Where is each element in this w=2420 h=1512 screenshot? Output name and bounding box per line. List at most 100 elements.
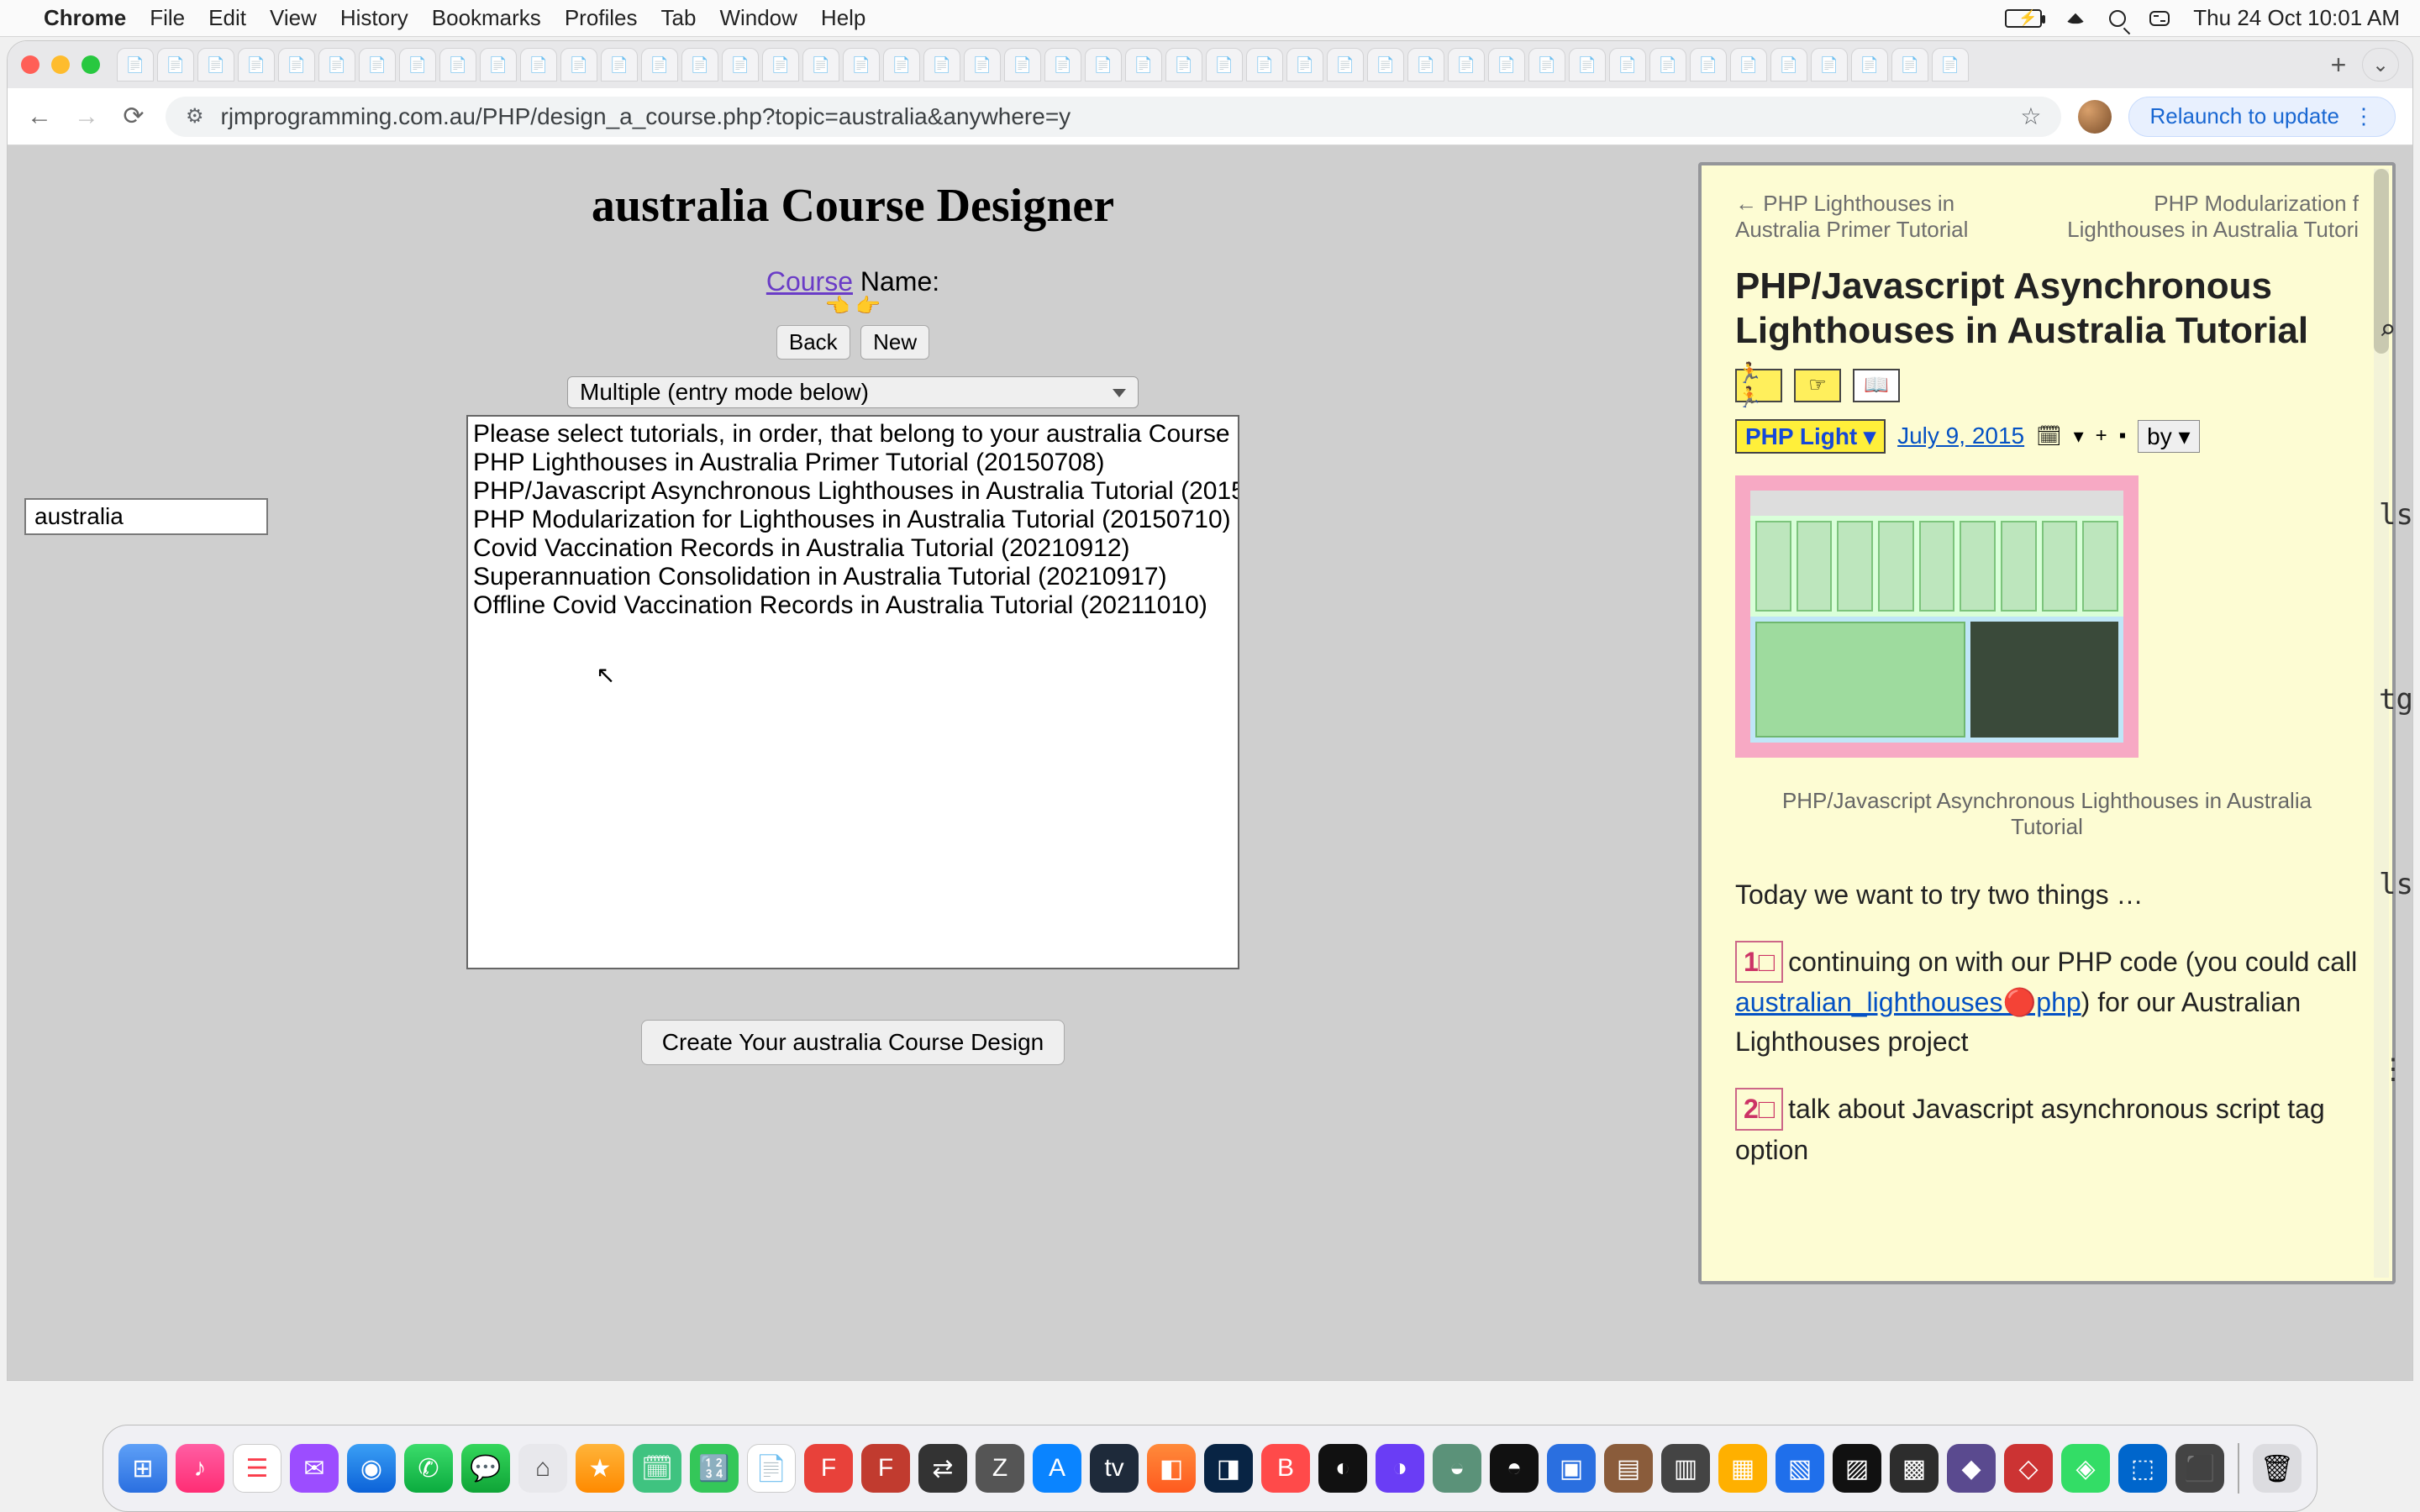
dock-app[interactable]: 📄 — [747, 1444, 796, 1493]
code-link[interactable]: australian_lighthouses🔴php — [1735, 987, 2081, 1017]
dock-app[interactable]: ◇ — [2004, 1444, 2053, 1493]
pinned-tab[interactable]: 📄 — [681, 48, 718, 81]
spotlight-icon[interactable] — [2109, 10, 2126, 27]
pinned-tab[interactable]: 📄 — [1327, 48, 1364, 81]
site-settings-icon[interactable]: ⚙ — [186, 104, 204, 129]
list-item[interactable]: PHP Modularization for Lighthouses in Au… — [473, 506, 1233, 534]
pinned-tab[interactable]: 📄 — [1206, 48, 1243, 81]
dock-app[interactable]: ▧ — [1776, 1444, 1824, 1493]
dock-app[interactable]: ◈ — [2061, 1444, 2110, 1493]
dock-app[interactable]: ⬛ — [2175, 1444, 2224, 1493]
pinned-tab[interactable]: 📄 — [1811, 48, 1848, 81]
dock-app[interactable]: F — [804, 1444, 853, 1493]
new-tab-button[interactable]: + — [2322, 48, 2355, 81]
pinned-tab[interactable]: 📄 — [399, 48, 436, 81]
menu-window[interactable]: Window — [719, 5, 797, 31]
list-item[interactable]: Covid Vaccination Records in Australia T… — [473, 534, 1233, 563]
pinned-tab[interactable]: 📄 — [1932, 48, 1969, 81]
calendar-icon[interactable]: 🗓 — [2036, 424, 2061, 449]
dock-app[interactable]: ▥ — [1661, 1444, 1710, 1493]
menu-help[interactable]: Help — [821, 5, 865, 31]
new-course-button[interactable]: New — [860, 325, 929, 360]
dock-app-facetime[interactable]: ✆ — [404, 1444, 453, 1493]
pinned-tab[interactable]: 📄 — [1125, 48, 1162, 81]
pinned-tab[interactable]: 📄 — [520, 48, 557, 81]
app-name[interactable]: Chrome — [44, 5, 126, 31]
menu-history[interactable]: History — [340, 5, 408, 31]
pinned-tab[interactable]: 📄 — [722, 48, 759, 81]
pinned-tab[interactable]: 📄 — [1044, 48, 1081, 81]
pinned-tab[interactable]: 📄 — [1528, 48, 1565, 81]
pinned-tab[interactable]: 📄 — [1286, 48, 1323, 81]
pinned-tab[interactable]: 📄 — [359, 48, 396, 81]
close-window-button[interactable] — [21, 55, 39, 74]
wifi-icon[interactable] — [2065, 11, 2086, 26]
pinned-tab[interactable]: 📄 — [1891, 48, 1928, 81]
pinned-tab[interactable]: 📄 — [1690, 48, 1727, 81]
dock-app[interactable]: Z — [976, 1444, 1024, 1493]
dock-app-messages[interactable]: 💬 — [461, 1444, 510, 1493]
pinned-tab[interactable]: 📄 — [238, 48, 275, 81]
reload-button[interactable]: ⟳ — [118, 102, 149, 132]
relaunch-button[interactable]: Relaunch to update ⋮ — [2128, 97, 2396, 137]
menu-file[interactable]: File — [150, 5, 185, 31]
dock-app[interactable]: ◆ — [1947, 1444, 1996, 1493]
square-icon[interactable]: ▪ — [2119, 424, 2127, 448]
zoom-window-button[interactable] — [82, 55, 100, 74]
menu-profiles[interactable]: Profiles — [565, 5, 638, 31]
plus-icon[interactable]: + — [2096, 424, 2107, 448]
dock-app[interactable]: ⇄ — [918, 1444, 967, 1493]
pinned-tab[interactable]: 📄 — [1569, 48, 1606, 81]
pinned-tab[interactable]: 📄 — [1165, 48, 1202, 81]
dock-trash[interactable]: 🗑 — [2253, 1444, 2302, 1493]
dock-app[interactable]: 🔢 — [690, 1444, 739, 1493]
pinned-tab[interactable]: 📄 — [480, 48, 517, 81]
pinned-tab[interactable]: 📄 — [318, 48, 355, 81]
dock-app[interactable]: ◓ — [1490, 1444, 1539, 1493]
pinned-tab[interactable]: 📄 — [1407, 48, 1444, 81]
dock-app[interactable]: ▣ — [1547, 1444, 1596, 1493]
create-course-button[interactable]: Create Your australia Course Design — [641, 1020, 1065, 1065]
list-item[interactable]: Offline Covid Vaccination Records in Aus… — [473, 591, 1233, 620]
pinned-tab[interactable]: 📄 — [157, 48, 194, 81]
dock-app[interactable]: ◒ — [1433, 1444, 1481, 1493]
dock-app-finder[interactable]: ⊞ — [118, 1444, 167, 1493]
pinned-tab[interactable]: 📄 — [641, 48, 678, 81]
pinned-tab[interactable]: 📄 — [560, 48, 597, 81]
back-course-button[interactable]: Back — [776, 325, 850, 360]
prev-post-link[interactable]: ← PHP Lighthouses in Australia Primer Tu… — [1735, 191, 2038, 243]
dock-app[interactable]: ☰ — [233, 1444, 281, 1493]
dock-app[interactable]: ★ — [576, 1444, 624, 1493]
chrome-menu-icon[interactable]: ⋮ — [2353, 103, 2375, 129]
down-icon[interactable]: ▾ — [2074, 424, 2084, 449]
pinned-tab[interactable]: 📄 — [802, 48, 839, 81]
pinned-tab[interactable]: 📄 — [1649, 48, 1686, 81]
pinned-tab[interactable]: 📄 — [1367, 48, 1404, 81]
back-button[interactable]: ← — [24, 102, 55, 132]
hand-point-icon[interactable]: ☞ — [1794, 369, 1841, 402]
dock-app[interactable]: ▤ — [1604, 1444, 1653, 1493]
pinned-tab[interactable]: 📄 — [601, 48, 638, 81]
pinned-tab[interactable]: 📄 — [1851, 48, 1888, 81]
list-item[interactable]: Please select tutorials, in order, that … — [473, 420, 1233, 449]
profile-avatar[interactable] — [2078, 100, 2112, 134]
dock-app[interactable]: tv — [1090, 1444, 1139, 1493]
course-link[interactable]: Course — [766, 266, 853, 297]
dock-app[interactable]: B — [1261, 1444, 1310, 1493]
dock-app[interactable]: ✉ — [290, 1444, 339, 1493]
pinned-tab[interactable]: 📄 — [1609, 48, 1646, 81]
dock-app[interactable]: ◑ — [1376, 1444, 1424, 1493]
entry-mode-select[interactable]: Multiple (entry mode below) — [567, 376, 1139, 408]
author-select[interactable]: by ▾ — [2138, 420, 2199, 453]
dock-app-music[interactable]: ♪ — [176, 1444, 224, 1493]
list-item[interactable]: Superannuation Consolidation in Australi… — [473, 563, 1233, 591]
dock-app[interactable]: F — [861, 1444, 910, 1493]
tabs-menu-button[interactable]: ⌄ — [2362, 48, 2399, 81]
pinned-tab[interactable]: 📄 — [439, 48, 476, 81]
dock-app-safari[interactable]: ◉ — [347, 1444, 396, 1493]
dock-app[interactable]: ⌂ — [518, 1444, 567, 1493]
list-item[interactable]: PHP Lighthouses in Australia Primer Tuto… — [473, 449, 1233, 477]
menubar-clock[interactable]: Thu 24 Oct 10:01 AM — [2193, 5, 2400, 31]
pinned-tab[interactable]: 📄 — [1448, 48, 1485, 81]
dock-app[interactable]: ▨ — [1833, 1444, 1881, 1493]
